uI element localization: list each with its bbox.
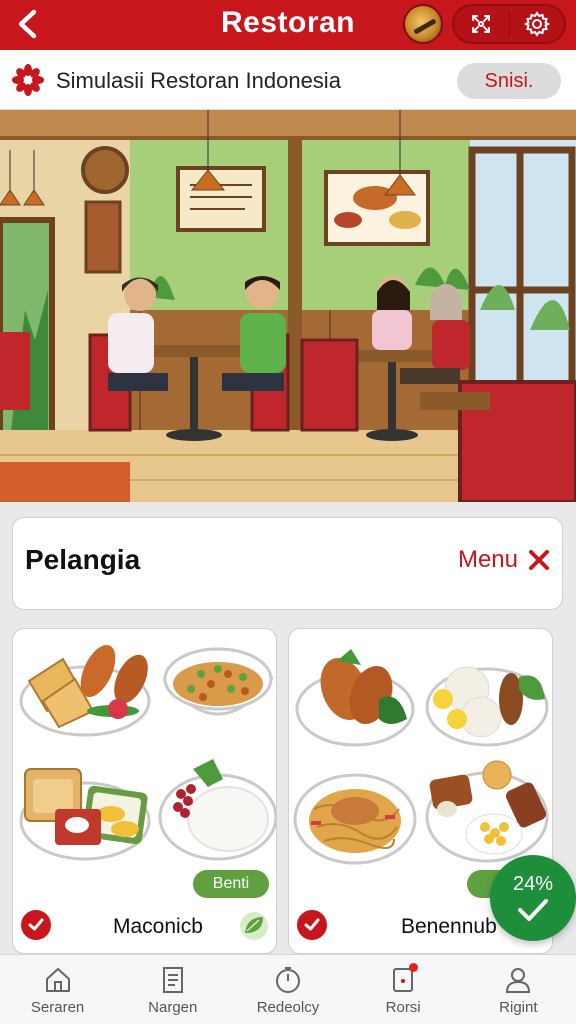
progress-fab[interactable]: 24% xyxy=(490,855,576,941)
notification-card-icon xyxy=(388,963,419,995)
bottom-navigation: Seraren Nargen Redeolcy Rorsi Rigint xyxy=(0,954,576,1024)
notification-badge xyxy=(409,963,419,972)
tag-badge[interactable]: Benti xyxy=(193,870,269,898)
document-icon xyxy=(162,967,183,993)
check-icon[interactable] xyxy=(21,910,51,940)
user-icon xyxy=(506,968,531,993)
home-icon xyxy=(45,968,70,992)
settings-button[interactable] xyxy=(509,6,564,42)
nav-label: Rorsi xyxy=(385,999,421,1016)
restaurant-scene-illustration xyxy=(0,110,576,502)
subheader-bar: Simulasii Restoran Indonesia Snisi. xyxy=(0,50,576,110)
cutlery-emblem-icon[interactable] xyxy=(403,4,443,44)
checkmark-icon xyxy=(518,899,548,921)
section-title: Pelangia xyxy=(25,544,141,575)
menu-toggle[interactable]: Menu xyxy=(458,546,550,574)
expand-icon xyxy=(472,15,491,33)
nav-item-home[interactable]: Seraren xyxy=(0,955,115,1024)
nav-label: Redeolcy xyxy=(256,999,320,1016)
progress-value: 24% xyxy=(512,873,554,895)
expand-button[interactable] xyxy=(454,6,509,42)
header-actions xyxy=(452,4,566,44)
gear-icon xyxy=(523,11,550,37)
timer-icon xyxy=(275,967,300,993)
nav-item-notifications[interactable]: Rorsi xyxy=(346,955,461,1024)
card-title: Maconicb xyxy=(113,915,203,938)
close-x-icon[interactable] xyxy=(528,549,550,571)
section-header-card: Pelangia Menu xyxy=(12,517,563,610)
food-illustration xyxy=(19,644,276,861)
nav-item-document[interactable]: Nargen xyxy=(115,955,230,1024)
nav-label: Seraren xyxy=(30,999,85,1016)
nav-label: Rigint xyxy=(499,999,538,1016)
card-title: Benennub xyxy=(401,915,497,938)
subheader-title: Simulasii Restoran Indonesia xyxy=(56,68,341,93)
nav-item-profile[interactable]: Rigint xyxy=(461,955,576,1024)
leaf-icon xyxy=(240,912,268,940)
check-icon[interactable] xyxy=(297,910,327,940)
nav-label: Nargen xyxy=(148,999,198,1016)
app-header: Restoran xyxy=(0,0,576,50)
start-button[interactable]: Snisi. xyxy=(457,63,561,99)
food-card-1[interactable]: Benti Maconicb xyxy=(12,628,277,954)
menu-label: Menu xyxy=(457,546,518,573)
nav-item-timer[interactable]: Redeolcy xyxy=(230,955,345,1024)
flower-logo-icon xyxy=(12,64,44,96)
